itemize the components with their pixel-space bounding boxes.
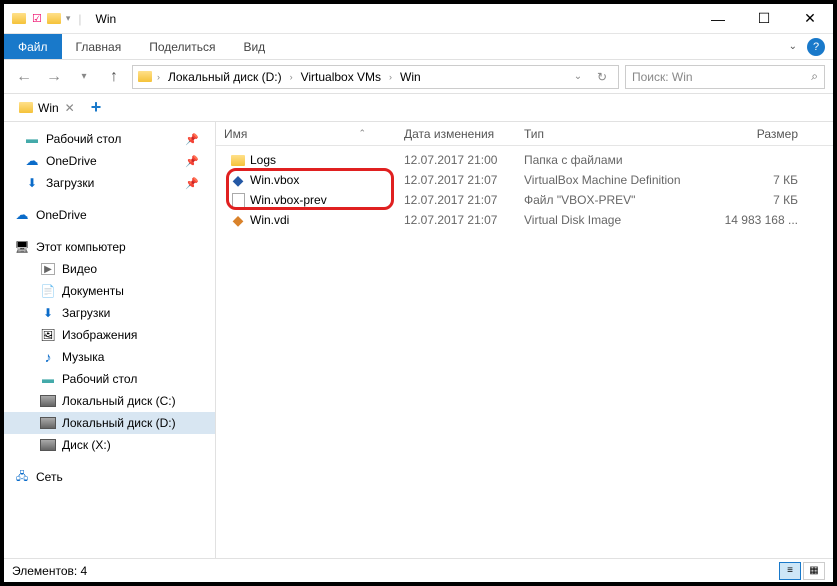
sort-asc-icon: ⌃ (358, 128, 366, 139)
address-dropdown-icon[interactable]: ⌄ (566, 65, 590, 89)
up-button[interactable]: ↑ (102, 65, 126, 89)
download-icon (40, 305, 56, 321)
tab-strip: Win ✕ + (4, 94, 833, 122)
window-title: Win (96, 12, 117, 26)
view-icons-button[interactable]: ▦ (803, 562, 825, 580)
status-bar: Элементов: 4 ≡ ▦ (4, 558, 833, 582)
sidebar-item-videos[interactable]: Видео (4, 258, 215, 280)
chevron-right-icon[interactable]: › (288, 72, 295, 82)
sidebar-item-diskd[interactable]: Локальный диск (D:) (4, 412, 215, 434)
tab-close-icon[interactable]: ✕ (65, 101, 75, 115)
vdi-icon (230, 212, 246, 228)
close-button[interactable]: ✕ (787, 4, 833, 34)
search-input[interactable]: Поиск: Win ⌕ (625, 65, 825, 89)
column-name[interactable]: Имя⌃ (216, 127, 396, 141)
cloud-icon (14, 207, 30, 223)
file-list: Logs 12.07.2017 21:00 Папка с файлами Wi… (216, 146, 833, 230)
folder-icon (10, 10, 28, 28)
back-button[interactable]: ← (12, 65, 36, 89)
nav-row: ← → ▾ ↑ › Локальный диск (D:) › Virtualb… (4, 60, 833, 94)
forward-button[interactable]: → (42, 65, 66, 89)
chevron-right-icon[interactable]: › (387, 72, 394, 82)
breadcrumb-disk[interactable]: Локальный диск (D:) (164, 70, 286, 84)
sidebar-item-onedrive-root[interactable]: OneDrive (4, 204, 215, 226)
column-type[interactable]: Тип (516, 127, 716, 141)
address-bar[interactable]: › Локальный диск (D:) › Virtualbox VMs ›… (132, 65, 619, 89)
document-icon (40, 283, 56, 299)
sidebar-item-diskx[interactable]: Диск (X:) (4, 434, 215, 456)
search-icon[interactable]: ⌕ (811, 69, 818, 84)
disk-icon (40, 393, 56, 409)
ribbon-expand-icon[interactable]: ⌄ (789, 41, 797, 52)
chevron-right-icon[interactable]: › (155, 72, 162, 82)
column-date[interactable]: Дата изменения (396, 127, 516, 141)
tab-share[interactable]: Поделиться (135, 34, 229, 59)
qat-new-folder-icon[interactable] (46, 10, 62, 27)
content-pane: Имя⌃ Дата изменения Тип Размер Logs 12.0… (216, 122, 833, 562)
breadcrumb-current[interactable]: Win (396, 70, 425, 84)
vbox-icon (230, 172, 246, 188)
ribbon: Файл Главная Поделиться Вид ⌄ ? (4, 34, 833, 60)
sidebar-item-desktop[interactable]: ▬Рабочий стол (4, 368, 215, 390)
video-icon (40, 261, 56, 277)
maximize-button[interactable]: ☐ (741, 4, 787, 34)
tab-view[interactable]: Вид (229, 34, 279, 59)
tab-label: Win (38, 101, 59, 115)
title-bar: ☑ ▾ | Win — ☐ ✕ (4, 4, 833, 34)
tab-home[interactable]: Главная (62, 34, 136, 59)
file-icon (230, 192, 246, 208)
main-area: ▬Рабочий стол📌 OneDrive📌 Загрузки📌 OneDr… (4, 122, 833, 562)
music-icon (40, 349, 56, 365)
sidebar-item-documents[interactable]: Документы (4, 280, 215, 302)
tab-file[interactable]: Файл (4, 34, 62, 59)
network-icon (14, 469, 30, 485)
pin-icon: 📌 (185, 177, 199, 190)
list-item[interactable]: Win.vbox-prev 12.07.2017 21:07 Файл "VBO… (216, 190, 833, 210)
desktop-icon: ▬ (24, 131, 40, 147)
sidebar-item-thispc[interactable]: Этот компьютер (4, 236, 215, 258)
history-dropdown-icon[interactable]: ▾ (72, 65, 96, 89)
sidebar-item-diskc[interactable]: Локальный диск (C:) (4, 390, 215, 412)
pc-icon (14, 239, 30, 255)
pin-icon: 📌 (185, 133, 199, 146)
desktop-icon: ▬ (40, 371, 56, 387)
sidebar-item-pictures[interactable]: Изображения (4, 324, 215, 346)
pin-icon: 📌 (185, 155, 199, 168)
status-text: Элементов: 4 (12, 564, 87, 578)
sidebar-item-downloads[interactable]: Загрузки (4, 302, 215, 324)
folder-icon (18, 100, 34, 116)
folder-icon (137, 69, 153, 85)
list-item[interactable]: Logs 12.07.2017 21:00 Папка с файлами (216, 150, 833, 170)
minimize-button[interactable]: — (695, 4, 741, 34)
folder-icon (230, 152, 246, 168)
sidebar-item-desktop[interactable]: ▬Рабочий стол📌 (4, 128, 215, 150)
sidebar-item-music[interactable]: Музыка (4, 346, 215, 368)
refresh-button[interactable]: ↻ (590, 65, 614, 89)
list-item[interactable]: Win.vbox 12.07.2017 21:07 VirtualBox Mac… (216, 170, 833, 190)
image-icon (40, 327, 56, 343)
breadcrumb-folder[interactable]: Virtualbox VMs (297, 70, 385, 84)
qat-check-icon[interactable]: ☑ (32, 12, 42, 25)
help-icon[interactable]: ? (807, 38, 825, 56)
disk-icon (40, 415, 56, 431)
view-details-button[interactable]: ≡ (779, 562, 801, 580)
download-icon (24, 175, 40, 191)
cloud-icon (24, 153, 40, 169)
add-tab-button[interactable]: + (91, 97, 102, 118)
sidebar-item-downloads[interactable]: Загрузки📌 (4, 172, 215, 194)
folder-tab[interactable]: Win ✕ (12, 98, 81, 118)
search-placeholder: Поиск: Win (632, 70, 693, 84)
sidebar-item-onedrive[interactable]: OneDrive📌 (4, 150, 215, 172)
sidebar: ▬Рабочий стол📌 OneDrive📌 Загрузки📌 OneDr… (4, 122, 216, 562)
column-headers: Имя⌃ Дата изменения Тип Размер (216, 122, 833, 146)
disk-icon (40, 437, 56, 453)
sidebar-item-network[interactable]: Сеть (4, 466, 215, 488)
column-size[interactable]: Размер (716, 127, 806, 141)
qat-dropdown-icon[interactable]: ▾ (66, 13, 71, 24)
list-item[interactable]: Win.vdi 12.07.2017 21:07 Virtual Disk Im… (216, 210, 833, 230)
